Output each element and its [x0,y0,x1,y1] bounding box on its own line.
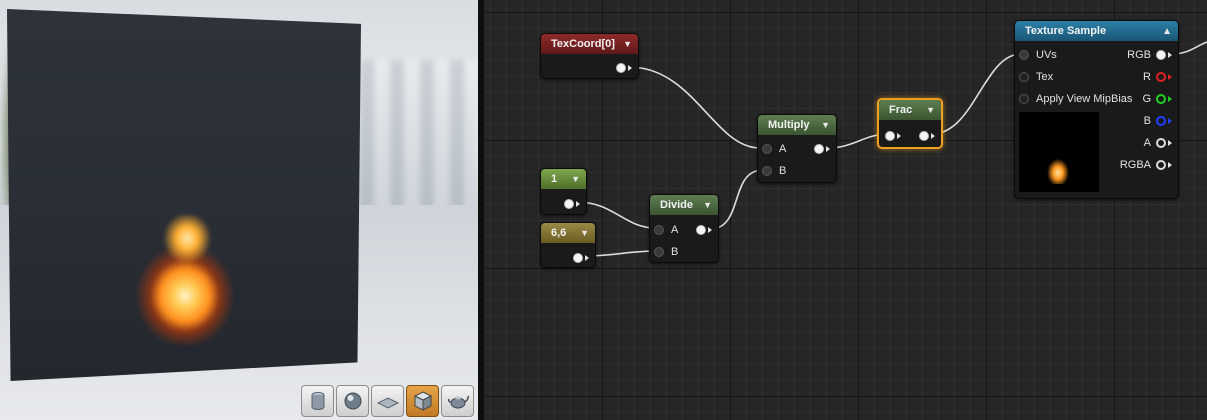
cylinder-icon [311,392,324,410]
chevron-down-icon[interactable]: ▼ [623,39,632,49]
constant-6-6-output-pin[interactable] [573,250,589,266]
texture-sample-node-title: Texture Sample [1025,25,1107,37]
chevron-down-icon[interactable]: ▼ [926,105,935,115]
plane-mesh-button[interactable] [371,385,404,417]
chevron-down-icon[interactable]: ▼ [703,200,712,210]
divide-node-title: Divide [660,199,694,211]
multiply-node[interactable]: Multiply ▼ A B [757,114,837,183]
wire-frac-to-uvs [931,53,1022,135]
flame-texture-preview [130,215,240,345]
frac-output-pin[interactable] [919,128,935,144]
g-output-pin[interactable]: G [1142,91,1172,107]
sphere-icon [344,392,361,410]
texture-sample-node[interactable]: Texture Sample ▲ UVs Tex Apply View MipB… [1014,20,1179,199]
rgb-output-pin[interactable]: RGB [1127,47,1172,63]
divide-node[interactable]: Divide ▼ A B [649,194,719,263]
teapot-mesh-button[interactable] [441,385,474,417]
flame-thumbnail [1047,156,1069,184]
chevron-down-icon[interactable]: ▼ [580,228,589,238]
uvs-input-pin[interactable]: UVs [1019,47,1057,63]
material-preview-viewport[interactable] [0,0,478,420]
chevron-down-icon[interactable]: ▼ [571,174,580,184]
multiply-output-pin[interactable] [814,141,830,157]
material-graph-canvas[interactable]: TexCoord[0] ▼ 1 ▼ 6,6 ▼ Divide ▼ A B Mul… [484,0,1207,420]
teapot-icon [447,395,469,409]
sphere-mesh-button[interactable] [336,385,369,417]
texcoord-node[interactable]: TexCoord[0] ▼ [540,33,639,79]
cube-icon [413,391,432,411]
divide-input-a[interactable]: A [654,222,678,238]
cylinder-mesh-button[interactable] [301,385,334,417]
b-output-pin[interactable]: B [1144,113,1172,129]
a-output-pin[interactable]: A [1144,135,1172,151]
cube-mesh-button[interactable] [406,385,439,417]
divide-input-b[interactable]: B [654,244,678,260]
texture-thumbnail [1019,112,1099,192]
frac-node[interactable]: Frac ▼ [877,98,943,149]
chevron-down-icon[interactable]: ▼ [821,120,830,130]
mip-bias-input-pin[interactable]: Apply View MipBias [1019,91,1132,107]
constant-1-node-title: 1 [551,173,558,185]
multiply-node-title: Multiply [768,119,810,131]
constant-6-6-node[interactable]: 6,6 ▼ [540,222,596,268]
frac-node-title: Frac [889,104,913,116]
tex-input-pin[interactable]: Tex [1019,69,1053,85]
multiply-input-b[interactable]: B [762,163,786,179]
texcoord-node-title: TexCoord[0] [551,38,615,50]
wire-texcoord-to-multiply-a [628,66,761,149]
multiply-input-a[interactable]: A [762,141,786,157]
constant-1-node[interactable]: 1 ▼ [540,168,587,215]
chevron-up-icon[interactable]: ▲ [1162,26,1172,37]
frac-input-pin[interactable] [885,128,901,144]
preview-mesh-toolbar [301,385,474,417]
plane-icon [376,397,399,409]
constant-6-6-node-title: 6,6 [551,227,567,239]
wire-const66-to-divide-b [585,250,657,257]
divide-output-pin[interactable] [696,222,712,238]
rgba-output-pin[interactable]: RGBA [1120,157,1172,173]
constant-1-output-pin[interactable] [564,196,580,212]
texcoord-output-pin[interactable] [616,60,632,76]
r-output-pin[interactable]: R [1143,69,1172,85]
